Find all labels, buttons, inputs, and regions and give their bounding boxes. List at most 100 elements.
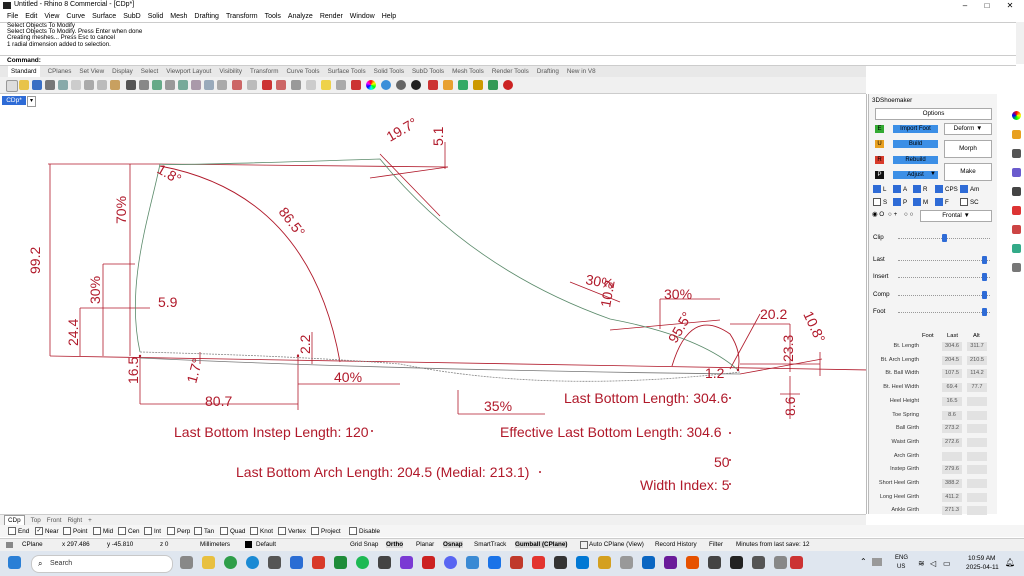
command-line[interactable]: Command: [0,55,1016,66]
file-explorer-icon[interactable] [202,556,215,569]
menu-file[interactable]: File [7,11,18,22]
excel-icon[interactable] [334,556,347,569]
grasshopper-panel-icon[interactable] [1012,244,1021,253]
clock-time[interactable]: 10:59 AM [968,555,995,562]
grid-icon[interactable] [306,80,316,90]
last-slider-thumb[interactable] [981,256,987,264]
zoom-all-icon[interactable] [217,80,227,90]
last-drawing[interactable]: 99.2 70% 30% 24.4 5.9 1.8° 86.5° 19.7° 5… [0,94,866,514]
green-tool-icon[interactable] [458,80,468,90]
properties-panel-icon[interactable] [1012,187,1021,196]
zoom-window-icon[interactable] [178,80,188,90]
app-icon-12[interactable] [642,556,655,569]
menu-render[interactable]: Render [320,11,343,22]
radio-circle[interactable]: ○ ○ [904,211,913,218]
app-icon-10[interactable] [598,556,611,569]
menu-transform[interactable]: Transform [226,11,258,22]
color-icon[interactable] [1012,111,1021,120]
osnap-project[interactable]: Project [311,527,341,535]
adjust-dropdown-icon[interactable]: ▼ [930,171,936,177]
tab-render-tools[interactable]: Render Tools [492,66,529,77]
check-p[interactable]: P [893,198,907,206]
app-icon-5[interactable] [466,556,479,569]
acrobat-icon[interactable] [532,556,545,569]
tab-solid-tools[interactable]: Solid Tools [374,66,404,77]
last-slider-track[interactable] [898,260,990,261]
dark-sphere-icon[interactable] [411,80,421,90]
grid-snap-toggle[interactable]: Grid Snap [350,541,378,548]
options-icon[interactable] [428,80,438,90]
build-button[interactable]: Build [893,140,938,148]
tool-panel-icon[interactable] [1012,225,1021,234]
select-filter-icon[interactable] [276,80,286,90]
osnap-cen[interactable]: Cen [118,527,140,535]
select-car-icon[interactable] [262,80,272,90]
p-button[interactable]: P [875,171,884,179]
tab-new-in-v8[interactable]: New in V8 [567,66,596,77]
app-icon-6[interactable] [488,556,501,569]
osnap-mid[interactable]: Mid [93,527,113,535]
battery-icon[interactable]: ▭ [943,559,951,568]
insert-slider-thumb[interactable] [981,273,987,281]
app-icon-11[interactable] [620,556,633,569]
units-label[interactable]: Millimeters [200,541,230,548]
check-m[interactable]: M [913,198,928,206]
menu-curve[interactable]: Curve [66,11,85,22]
smarttrack-toggle[interactable]: SmartTrack [474,541,506,548]
copy-clipboard-icon[interactable] [97,80,107,90]
tool-icon[interactable] [443,80,453,90]
osnap-knot[interactable]: Knot [250,527,273,535]
layer-panel-icon[interactable] [1012,168,1021,177]
help-panel-icon[interactable] [1012,263,1021,272]
edge-icon[interactable] [246,556,259,569]
check-r[interactable]: R [913,185,927,193]
new-file-icon[interactable] [6,80,18,92]
osnap-disable[interactable]: Disable [349,527,380,535]
menu-subd[interactable]: SubD [123,11,141,22]
app-icon-13[interactable] [664,556,677,569]
tab-standard[interactable]: Standard [8,66,40,77]
color-wheel-icon[interactable] [366,80,376,90]
app-icon-1[interactable] [268,556,281,569]
paste-icon[interactable] [110,80,120,90]
print-icon[interactable] [45,80,55,90]
radio-plus[interactable]: ○ + [888,211,897,218]
rebuild-button[interactable]: Rebuild [893,156,938,164]
properties-icon[interactable] [58,80,68,90]
cut-icon[interactable] [84,80,94,90]
osnap-int[interactable]: Int [144,527,161,535]
tab-select[interactable]: Select [141,66,159,77]
zoom-icon[interactable] [165,80,175,90]
app-icon-16[interactable] [752,556,765,569]
tab-cplanes[interactable]: CPlanes [48,66,72,77]
ortho-toggle[interactable]: Ortho [386,541,404,548]
view-select[interactable]: Frontal ▼ [920,210,992,222]
discord-icon[interactable] [444,556,457,569]
zoom-selected-icon[interactable] [204,80,214,90]
spotify-icon[interactable] [356,556,369,569]
app-icon-7[interactable] [510,556,523,569]
planar-toggle[interactable]: Planar [416,541,434,548]
make-button[interactable]: Make [944,163,992,181]
app-icon-15[interactable] [708,556,721,569]
app-icon-4[interactable] [422,556,435,569]
rhino-taskbar-icon[interactable] [730,556,743,569]
import-foot-button[interactable]: Import Foot [893,125,938,133]
auto-cplane-toggle[interactable]: Auto CPlane (View) [589,541,644,548]
four-view-icon[interactable] [247,80,257,90]
comp-slider-thumb[interactable] [981,291,987,299]
app-icon-3[interactable] [400,556,413,569]
menu-window[interactable]: Window [350,11,375,22]
check-am[interactable]: Am [960,185,979,193]
undo-view-icon[interactable] [232,80,242,90]
r-button[interactable]: R [875,156,884,164]
check-sc[interactable]: SC [960,198,979,206]
check-cps[interactable]: CPS [935,185,958,193]
grasshopper-icon[interactable] [488,80,498,90]
undo-icon[interactable] [126,80,136,90]
app-icon-9[interactable] [576,556,589,569]
tab-display[interactable]: Display [112,66,133,77]
command-history-scrollbar[interactable] [1016,22,1024,64]
options-button[interactable]: Options [875,108,992,120]
record-history-toggle[interactable]: Record History [655,541,697,548]
